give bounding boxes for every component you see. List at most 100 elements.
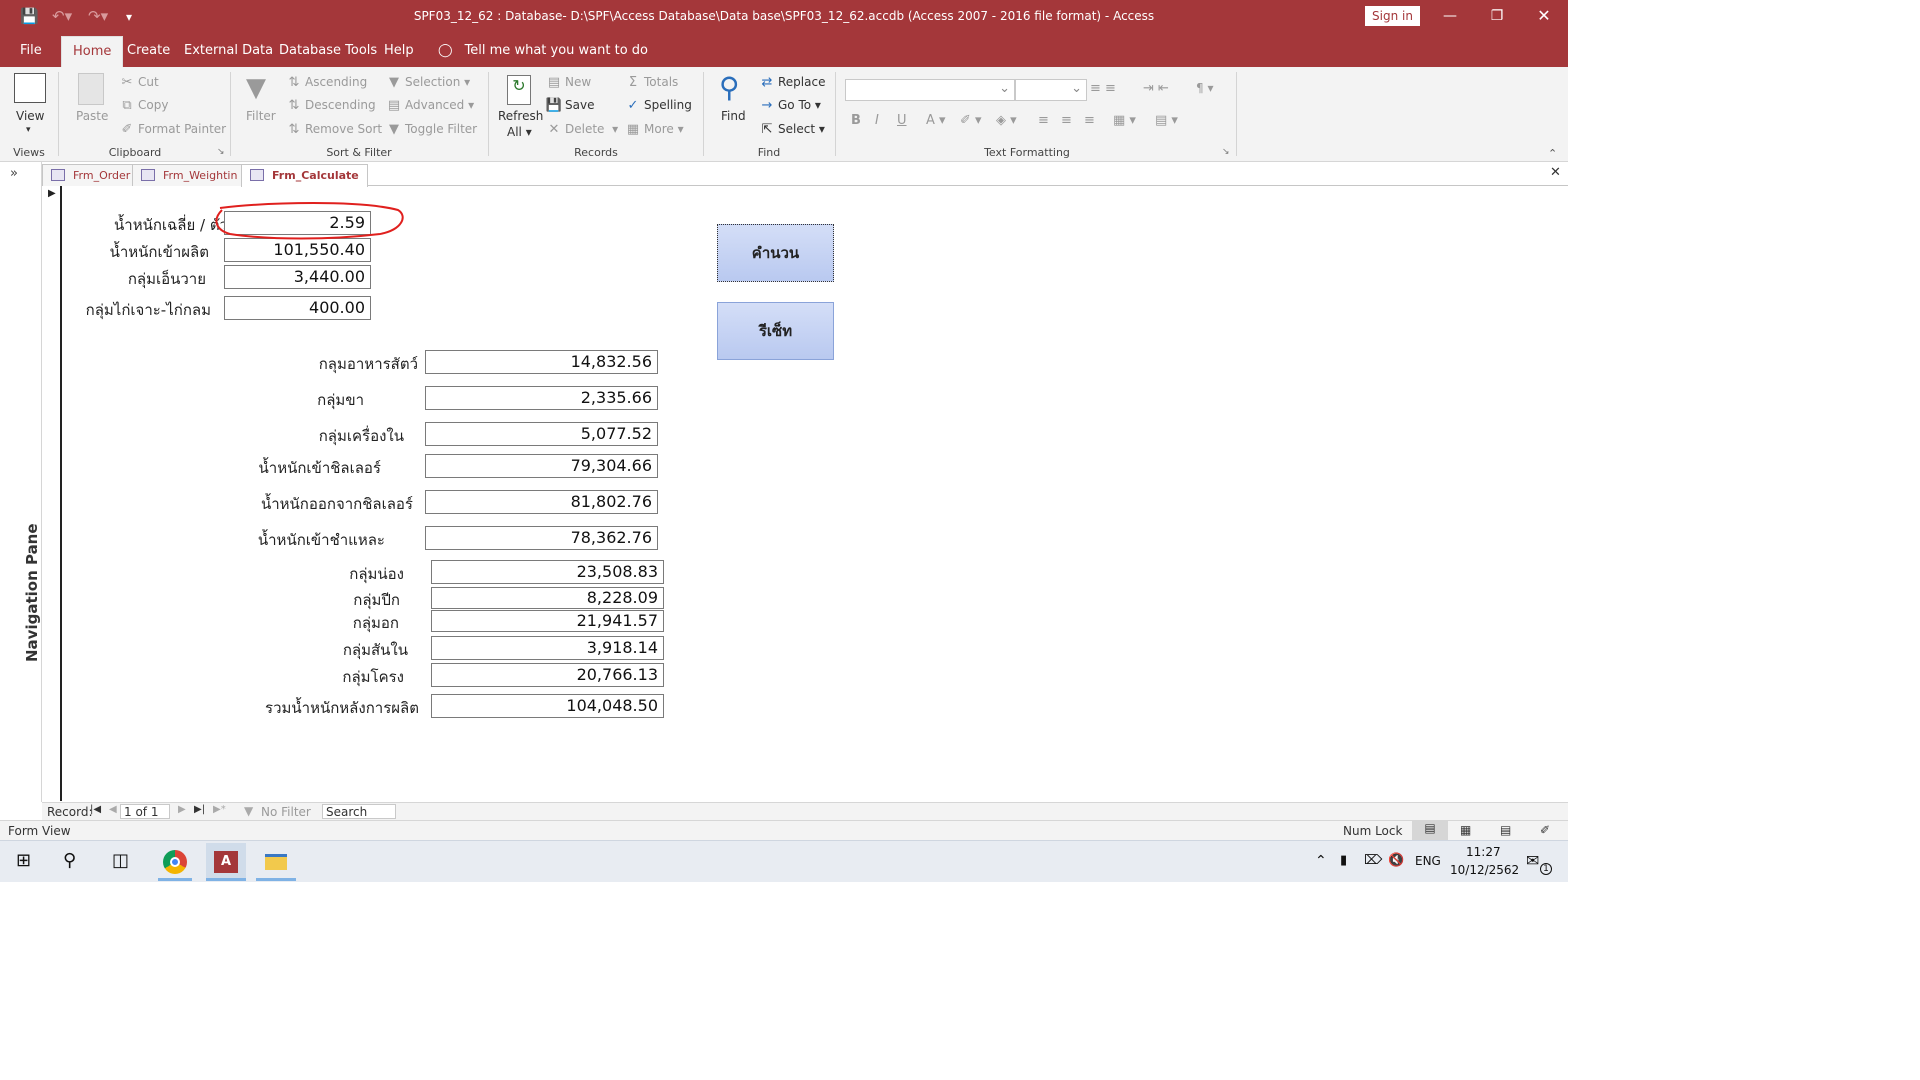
tab-frm-weightin[interactable]: Frm_Weightin: [132, 164, 247, 186]
chiller-input-weight-field[interactable]: 79,304.66: [425, 454, 658, 478]
first-record-icon[interactable]: |◀: [90, 804, 101, 815]
cutting-input-weight-field[interactable]: 78,362.76: [425, 526, 658, 550]
save-record-button[interactable]: Save: [565, 98, 594, 112]
font-name-dropdown[interactable]: ⌄: [845, 79, 1015, 101]
paragraph-direction-icon[interactable]: ¶ ▾: [1196, 81, 1213, 95]
text-formatting-launcher-icon[interactable]: ↘: [1222, 147, 1230, 157]
tenderloin-group-field[interactable]: 3,918.14: [431, 636, 664, 660]
italic-icon[interactable]: I: [875, 113, 879, 128]
new-blank-record-icon[interactable]: ▶*: [213, 804, 226, 815]
tab-file[interactable]: File: [20, 43, 42, 58]
tab-frm-order[interactable]: Frm_Order: [42, 164, 140, 186]
toggle-filter-button[interactable]: Toggle Filter: [405, 122, 477, 136]
ascending-button[interactable]: Ascending: [305, 75, 367, 89]
bullets-icon[interactable]: ≡ ≡: [1090, 81, 1116, 96]
font-color-icon[interactable]: A ▾: [926, 113, 946, 128]
alternate-row-color-icon[interactable]: ▦ ▾: [1113, 113, 1136, 128]
collapse-ribbon-icon[interactable]: ⌃: [1548, 147, 1557, 160]
calculate-button[interactable]: คำนวน: [717, 224, 834, 282]
find-icon[interactable]: ⚲: [719, 71, 740, 104]
more-button[interactable]: More: [644, 122, 674, 136]
align-right-icon[interactable]: ≡: [1084, 113, 1095, 128]
previous-record-icon[interactable]: ◀: [109, 804, 117, 815]
close-icon[interactable]: ✕: [1524, 4, 1564, 28]
show-hidden-icons-icon[interactable]: ⌃: [1315, 853, 1327, 869]
filter-button[interactable]: Filter: [246, 109, 276, 123]
record-search-input[interactable]: Search: [322, 804, 396, 819]
tab-create[interactable]: Create: [127, 43, 170, 58]
clock-time[interactable]: 11:27: [1466, 845, 1501, 859]
remove-sort-button[interactable]: Remove Sort: [305, 122, 382, 136]
font-size-dropdown[interactable]: ⌄: [1015, 79, 1087, 101]
view-button[interactable]: View: [16, 109, 44, 123]
language-indicator[interactable]: ENG: [1415, 854, 1441, 868]
drumstick-group-field[interactable]: 23,508.83: [431, 560, 664, 584]
cut-button[interactable]: Cut: [138, 75, 159, 89]
spelling-button[interactable]: Spelling: [644, 98, 692, 112]
find-button[interactable]: Find: [721, 109, 746, 123]
volume-muted-icon[interactable]: 🔇: [1388, 853, 1404, 868]
record-selector[interactable]: ▶: [42, 186, 62, 801]
navigation-pane[interactable]: » Navigation Pane: [0, 162, 42, 802]
align-left-icon[interactable]: ≡: [1038, 113, 1049, 128]
tab-external-data[interactable]: External Data: [184, 43, 273, 58]
indent-icon[interactable]: ⇥ ⇤: [1143, 81, 1169, 96]
totals-button[interactable]: Totals: [644, 75, 678, 89]
current-record-input[interactable]: 1 of 1: [120, 804, 170, 819]
bold-icon[interactable]: B: [851, 113, 861, 128]
leg-group-field[interactable]: 2,335.66: [425, 386, 658, 410]
last-record-icon[interactable]: ▶|: [194, 804, 205, 815]
wing-group-field[interactable]: 8,228.09: [431, 587, 664, 609]
format-painter-button[interactable]: Format Painter: [138, 122, 226, 136]
close-document-icon[interactable]: ✕: [1550, 165, 1561, 180]
frame-group-field[interactable]: 20,766.13: [431, 663, 664, 687]
underline-icon[interactable]: U: [897, 113, 907, 128]
select-button[interactable]: Select: [778, 122, 815, 136]
advanced-button[interactable]: Advanced: [405, 98, 464, 112]
go-to-button[interactable]: Go To: [778, 98, 811, 112]
replace-button[interactable]: Replace: [778, 75, 825, 89]
selection-button[interactable]: Selection: [405, 75, 460, 89]
fill-color-icon[interactable]: ◈ ▾: [996, 113, 1017, 128]
sign-in-button[interactable]: Sign in: [1365, 6, 1420, 26]
windows-start-icon[interactable]: ⊞: [16, 850, 31, 871]
design-view-icon[interactable]: ✐: [1540, 823, 1550, 837]
paste-icon[interactable]: [78, 73, 104, 105]
battery-icon[interactable]: ▮: [1340, 853, 1347, 868]
ny-group-field[interactable]: 3,440.00: [224, 265, 371, 289]
clock-date[interactable]: 10/12/2562: [1450, 863, 1519, 877]
minimize-icon[interactable]: —: [1430, 4, 1470, 28]
access-taskbar-button[interactable]: A: [206, 843, 246, 881]
chrome-taskbar-button[interactable]: [158, 843, 192, 881]
form-view-icon[interactable]: ▤: [1412, 821, 1448, 840]
giblets-group-field[interactable]: 5,077.52: [425, 422, 658, 446]
refresh-icon[interactable]: ↻: [507, 75, 531, 105]
view-icon[interactable]: [14, 73, 46, 103]
align-center-icon[interactable]: ≡: [1061, 113, 1072, 128]
paste-button[interactable]: Paste: [76, 109, 108, 123]
chiller-output-weight-field[interactable]: 81,802.76: [425, 490, 658, 514]
task-view-icon[interactable]: ◫: [112, 850, 129, 871]
reset-button[interactable]: รีเซ็ท: [717, 302, 834, 360]
tab-database-tools[interactable]: Database Tools: [279, 43, 377, 58]
whole-chicken-group-field[interactable]: 400.00: [224, 296, 371, 320]
file-explorer-taskbar-button[interactable]: [256, 843, 296, 881]
layout-view-icon[interactable]: ▤: [1500, 823, 1511, 837]
datasheet-view-icon[interactable]: ▦: [1460, 823, 1471, 837]
tell-me-search[interactable]: ◯ Tell me what you want to do: [438, 43, 648, 58]
filter-icon[interactable]: ▼: [246, 73, 266, 103]
tab-frm-calculate[interactable]: Frm_Calculate: [241, 164, 368, 187]
filter-status[interactable]: No Filter: [261, 805, 311, 819]
search-icon[interactable]: ⚲: [63, 850, 76, 871]
new-record-button[interactable]: New: [565, 75, 591, 89]
refresh-all-button[interactable]: Refresh: [498, 109, 543, 123]
expand-nav-icon[interactable]: »: [10, 166, 18, 181]
delete-button[interactable]: Delete: [565, 122, 604, 136]
total-after-production-field[interactable]: 104,048.50: [431, 694, 664, 718]
animal-feed-group-field[interactable]: 14,832.56: [425, 350, 658, 374]
gridlines-icon[interactable]: ▤ ▾: [1155, 113, 1178, 128]
tab-home[interactable]: Home: [61, 36, 124, 67]
copy-button[interactable]: Copy: [138, 98, 168, 112]
next-record-icon[interactable]: ▶: [178, 804, 186, 815]
highlight-icon[interactable]: ✐ ▾: [960, 113, 982, 128]
